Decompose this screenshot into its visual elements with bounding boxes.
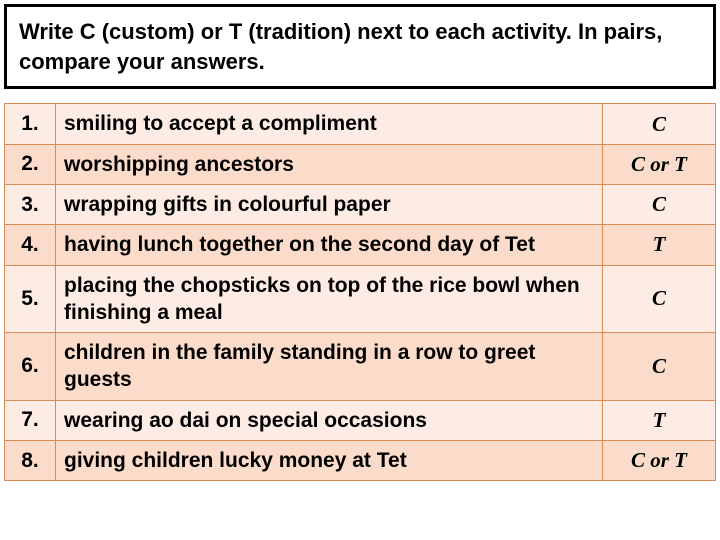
activity-text: wearing ao dai on special occasions [56, 400, 603, 440]
instruction-box: Write C (custom) or T (tradition) next t… [4, 4, 716, 89]
row-number: 7. [5, 400, 56, 440]
instruction-text: Write C (custom) or T (tradition) next t… [19, 17, 701, 76]
activity-table: 1. smiling to accept a compliment C 2. w… [4, 103, 716, 481]
activity-text: giving children lucky money at Tet [56, 441, 603, 481]
table-row: 8. giving children lucky money at Tet C … [5, 441, 716, 481]
row-number: 1. [5, 104, 56, 144]
answer-cell: C or T [603, 144, 716, 184]
answer-cell: C [603, 333, 716, 401]
row-number: 5. [5, 265, 56, 333]
row-number: 3. [5, 184, 56, 224]
table-row: 4. having lunch together on the second d… [5, 225, 716, 265]
table-row: 7. wearing ao dai on special occasions T [5, 400, 716, 440]
activity-text: children in the family standing in a row… [56, 333, 603, 401]
row-number: 6. [5, 333, 56, 401]
answer-cell: C [603, 184, 716, 224]
row-number: 8. [5, 441, 56, 481]
row-number: 4. [5, 225, 56, 265]
table-row: 1. smiling to accept a compliment C [5, 104, 716, 144]
answer-cell: C or T [603, 441, 716, 481]
answer-cell: T [603, 225, 716, 265]
slide-container: Write C (custom) or T (tradition) next t… [0, 0, 720, 540]
row-number: 2. [5, 144, 56, 184]
answer-cell: C [603, 104, 716, 144]
activity-text: placing the chopsticks on top of the ric… [56, 265, 603, 333]
activity-text: wrapping gifts in colourful paper [56, 184, 603, 224]
activity-text: smiling to accept a compliment [56, 104, 603, 144]
table-row: 5. placing the chopsticks on top of the … [5, 265, 716, 333]
table-row: 2. worshipping ancestors C or T [5, 144, 716, 184]
answer-cell: C [603, 265, 716, 333]
table-row: 3. wrapping gifts in colourful paper C [5, 184, 716, 224]
activity-text: worshipping ancestors [56, 144, 603, 184]
answer-cell: T [603, 400, 716, 440]
activity-text: having lunch together on the second day … [56, 225, 603, 265]
table-row: 6. children in the family standing in a … [5, 333, 716, 401]
